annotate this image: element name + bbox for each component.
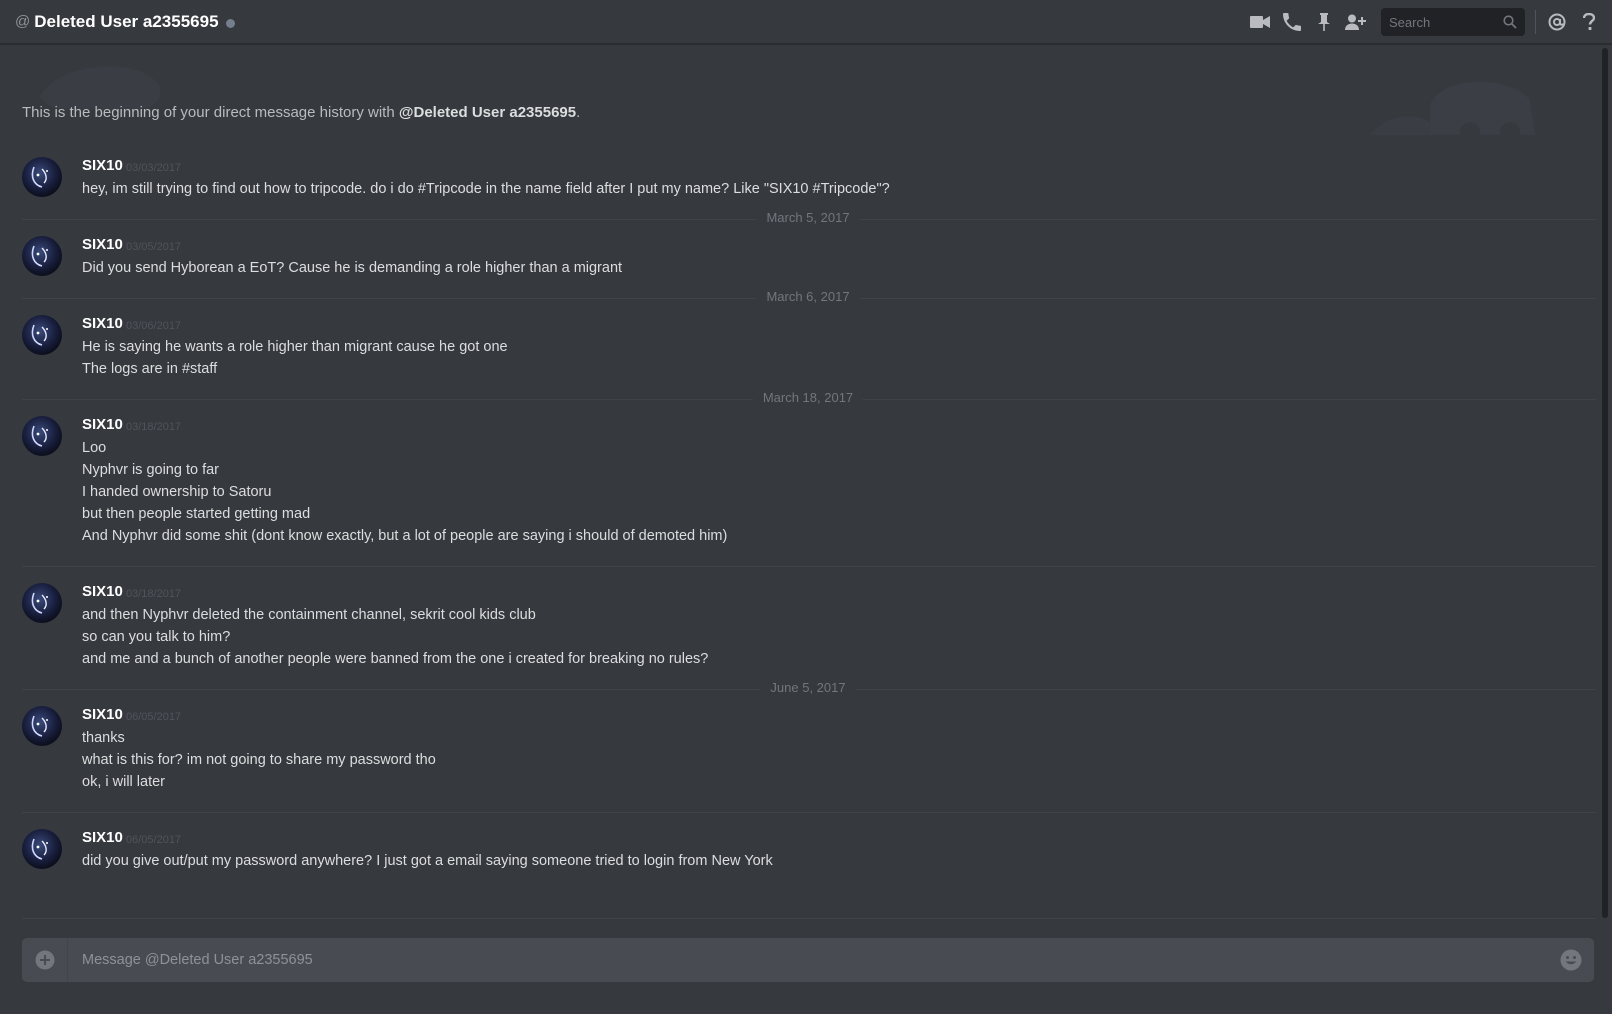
at-icon: @ [15, 13, 31, 30]
message-text: ok, i will later [82, 774, 165, 790]
message-text: Nyphvr is going to far [82, 462, 220, 478]
message-text: what is this for? im not going to share … [82, 752, 436, 768]
header-toolbar [1247, 0, 1612, 44]
welcome-illustration [40, 66, 161, 113]
date-divider-label: March 18, 2017 [752, 390, 864, 405]
welcome-illustration-right [1370, 81, 1535, 140]
emoji-button[interactable] [1548, 938, 1594, 982]
channel-header: @ Deleted User a2355695 [0, 0, 1612, 44]
message-timestamp: 06/05/2017 [126, 711, 182, 723]
toolbar-divider [1535, 10, 1536, 34]
message-text: and then Nyphvr deleted the containment … [82, 607, 536, 623]
message-author[interactable]: SIX10 [82, 315, 123, 332]
message-timestamp: 03/03/2017 [126, 162, 182, 174]
message-author[interactable]: SIX10 [82, 706, 123, 723]
message-text: I handed ownership to Satoru [82, 484, 272, 500]
message-text: He is saying he wants a role higher than… [82, 339, 508, 355]
message-input[interactable] [68, 938, 1548, 982]
message-timestamp: 03/05/2017 [126, 241, 182, 253]
message-text: did you give out/put my password anywher… [82, 853, 773, 869]
message-author[interactable]: SIX10 [82, 583, 123, 600]
message-author[interactable]: SIX10 [82, 416, 123, 433]
add-friend-icon[interactable] [1343, 9, 1369, 35]
pin-icon[interactable] [1311, 9, 1337, 35]
message-divider [22, 566, 1596, 567]
avatar[interactable] [22, 706, 62, 746]
composer-divider [22, 918, 1596, 919]
emoji-icon [1560, 949, 1582, 971]
message-text: thanks [82, 730, 125, 746]
date-divider-label: March 5, 2017 [756, 210, 860, 225]
search-icon [1503, 15, 1517, 29]
message-author[interactable]: SIX10 [82, 829, 123, 846]
message-text: but then people started getting mad [82, 506, 311, 522]
message-author[interactable]: SIX10 [82, 236, 123, 253]
search-box[interactable] [1381, 8, 1525, 36]
message-text: Loo [82, 440, 107, 456]
video-call-icon[interactable] [1247, 9, 1273, 35]
page-title: Deleted User a2355695 [34, 11, 219, 31]
avatar[interactable] [22, 583, 62, 623]
message-timestamp: 06/05/2017 [126, 834, 182, 846]
messages-scrollbar[interactable] [1602, 48, 1608, 918]
help-icon[interactable] [1576, 9, 1602, 35]
avatar[interactable] [22, 315, 62, 355]
message-author[interactable]: SIX10 [82, 157, 123, 174]
phone-icon[interactable] [1279, 9, 1305, 35]
avatar[interactable] [22, 157, 62, 197]
dm-intro: This is the beginning of your direct mes… [22, 104, 581, 121]
message-timestamp: 03/18/2017 [126, 421, 182, 433]
avatar[interactable] [22, 829, 62, 869]
message-text: and me and a bunch of another people wer… [82, 651, 709, 667]
date-divider-label: March 6, 2017 [756, 289, 860, 304]
status-indicator [225, 18, 235, 28]
search-input[interactable] [1389, 14, 1497, 30]
date-divider-label: June 5, 2017 [760, 680, 856, 695]
message-divider [22, 812, 1596, 813]
message-text: hey, im still trying to find out how to … [82, 181, 890, 197]
message-composer [22, 938, 1594, 982]
avatar[interactable] [22, 416, 62, 456]
message-timestamp: 03/18/2017 [126, 588, 182, 600]
message-text: so can you talk to him? [82, 629, 231, 645]
upload-button[interactable] [22, 938, 68, 982]
message-text: And Nyphvr did some shit (dont know exac… [82, 528, 728, 544]
mention-icon[interactable] [1544, 9, 1570, 35]
scrollbar-thumb[interactable] [1602, 48, 1608, 918]
message-text: Did you send Hyborean a EoT? Cause he is… [82, 260, 623, 276]
avatar[interactable] [22, 236, 62, 276]
plus-circle-icon [35, 950, 54, 970]
intro-mention[interactable]: @Deleted User a2355695 [399, 104, 576, 121]
message-timestamp: 03/06/2017 [126, 320, 182, 332]
message-text: The logs are in #staff [82, 361, 218, 377]
